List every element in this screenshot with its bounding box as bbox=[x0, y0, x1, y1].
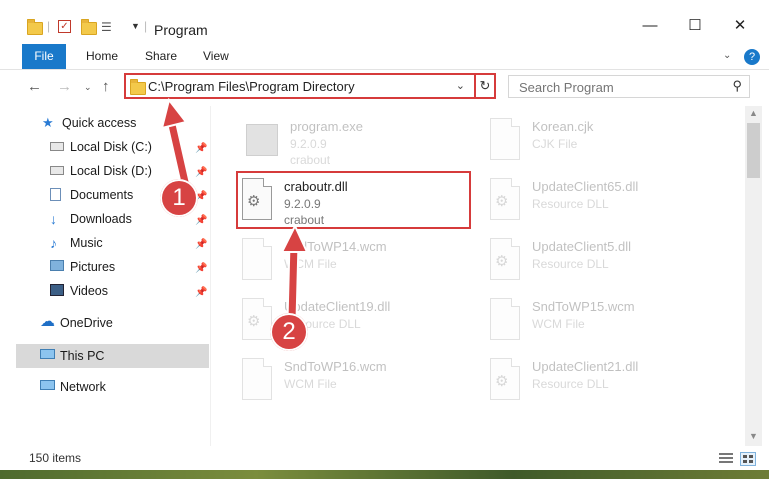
quick-access-toolbar-icon[interactable]: ☰ bbox=[101, 20, 112, 34]
file-item[interactable]: SndToWP15.wcm WCM File bbox=[486, 294, 726, 354]
tab-file[interactable]: File bbox=[22, 44, 66, 69]
gear-icon: ⚙ bbox=[495, 193, 509, 210]
window-title: Program bbox=[154, 22, 208, 38]
file-icon bbox=[238, 238, 274, 282]
title-bar: | ✓ ☰ ▼ | Program — ☐ ✕ bbox=[0, 0, 769, 44]
pin-icon[interactable]: 📌 bbox=[195, 287, 207, 298]
chevron-down-icon[interactable]: ⌄ bbox=[456, 79, 465, 92]
address-path: C:\Program Files\Program Directory bbox=[148, 79, 355, 94]
pin-icon[interactable]: 📌 bbox=[195, 263, 207, 274]
maximize-button[interactable]: ☐ bbox=[675, 12, 715, 40]
search-field[interactable]: ⚲ bbox=[508, 75, 750, 98]
step-2-badge: 2 bbox=[270, 313, 308, 351]
drive-icon bbox=[50, 166, 64, 175]
network-icon bbox=[40, 380, 55, 390]
sidebar-item-onedrive[interactable]: ☁ OneDrive bbox=[40, 312, 200, 334]
gear-icon: ⚙ bbox=[495, 373, 509, 390]
vertical-scrollbar[interactable]: ▲ ▼ bbox=[745, 106, 762, 446]
ribbon-tabs: File Home Share View ⌄ ? bbox=[0, 44, 769, 70]
documents-icon bbox=[50, 188, 61, 201]
close-button[interactable]: ✕ bbox=[720, 12, 760, 40]
file-item[interactable]: SndToWP16.wcm WCM File bbox=[238, 354, 478, 414]
search-input[interactable] bbox=[517, 79, 721, 96]
dll-file-icon: ⚙ bbox=[486, 238, 522, 282]
music-note-icon: ♪ bbox=[50, 235, 57, 251]
pin-icon[interactable]: 📌 bbox=[195, 239, 207, 250]
pictures-icon bbox=[50, 260, 64, 271]
tab-share[interactable]: Share bbox=[145, 44, 177, 69]
recent-locations-icon[interactable]: ⌄ bbox=[84, 82, 92, 93]
drive-icon bbox=[50, 142, 64, 151]
dll-file-icon: ⚙ bbox=[238, 298, 274, 342]
expand-ribbon-icon[interactable]: ⌄ bbox=[723, 50, 731, 61]
item-count: 150 items bbox=[29, 451, 82, 465]
annotation-arrow-2 bbox=[280, 223, 309, 326]
large-icons-view-icon[interactable] bbox=[740, 452, 756, 466]
gear-icon: ⚙ bbox=[247, 313, 261, 330]
sidebar-item-this-pc[interactable]: This PC bbox=[40, 345, 200, 367]
chevron-down-icon[interactable]: ▼ bbox=[131, 21, 140, 31]
computer-icon bbox=[40, 349, 55, 359]
forward-arrow-icon[interactable]: → bbox=[57, 78, 72, 95]
file-icon bbox=[238, 358, 274, 402]
file-item[interactable]: program.exe 9.2.0.9 crabout bbox=[244, 114, 484, 174]
pane-divider bbox=[210, 106, 211, 446]
application-icon bbox=[244, 118, 280, 162]
new-folder-icon[interactable] bbox=[81, 19, 97, 35]
details-view-icon[interactable] bbox=[719, 452, 733, 464]
refresh-button[interactable]: ↻ bbox=[474, 73, 496, 99]
gear-icon: ⚙ bbox=[495, 253, 509, 270]
folder-icon bbox=[27, 19, 43, 35]
separator: | bbox=[47, 19, 51, 33]
pin-icon[interactable]: 📌 bbox=[195, 215, 207, 226]
sidebar-item-music[interactable]: ♪ Music bbox=[50, 232, 200, 254]
scroll-up-icon[interactable]: ▲ bbox=[749, 108, 758, 118]
dll-file-icon: ⚙ bbox=[486, 178, 522, 222]
search-icon[interactable]: ⚲ bbox=[732, 78, 742, 94]
step-1-badge: 1 bbox=[160, 179, 198, 217]
sidebar-item-videos[interactable]: Videos bbox=[50, 280, 200, 302]
tab-view[interactable]: View bbox=[203, 44, 229, 69]
separator: | bbox=[144, 19, 148, 33]
sidebar-item-network[interactable]: Network bbox=[40, 376, 200, 398]
scroll-down-icon[interactable]: ▼ bbox=[749, 431, 758, 441]
star-icon: ★ bbox=[42, 115, 54, 130]
properties-icon[interactable]: ✓ bbox=[58, 20, 71, 33]
cloud-icon: ☁ bbox=[40, 313, 55, 330]
file-item[interactable]: ⚙ UpdateClient5.dll Resource DLL bbox=[486, 234, 726, 294]
tab-home[interactable]: Home bbox=[86, 44, 118, 69]
film-icon bbox=[50, 284, 64, 296]
back-arrow-icon[interactable]: ← bbox=[27, 78, 42, 95]
file-icon bbox=[486, 298, 522, 342]
minimize-button[interactable]: — bbox=[630, 12, 670, 40]
file-icon bbox=[486, 118, 522, 162]
explorer-window: | ✓ ☰ ▼ | Program — ☐ ✕ File Home Share … bbox=[0, 0, 769, 470]
up-arrow-icon[interactable]: ↑ bbox=[102, 78, 110, 95]
file-item[interactable]: ⚙ UpdateClient21.dll Resource DLL bbox=[486, 354, 726, 414]
file-item[interactable]: Korean.cjk CJK File bbox=[486, 114, 726, 174]
highlight-box bbox=[236, 171, 471, 229]
scroll-thumb[interactable] bbox=[747, 123, 760, 178]
sidebar-item-pictures[interactable]: Pictures bbox=[50, 256, 200, 278]
file-item[interactable]: ⚙ UpdateClient65.dll Resource DLL bbox=[486, 174, 726, 234]
desktop-background bbox=[0, 470, 769, 479]
download-arrow-icon: ↓ bbox=[50, 211, 57, 227]
folder-icon bbox=[130, 79, 146, 95]
status-bar: 150 items bbox=[0, 446, 769, 470]
help-icon[interactable]: ? bbox=[744, 49, 760, 65]
dll-file-icon: ⚙ bbox=[486, 358, 522, 402]
